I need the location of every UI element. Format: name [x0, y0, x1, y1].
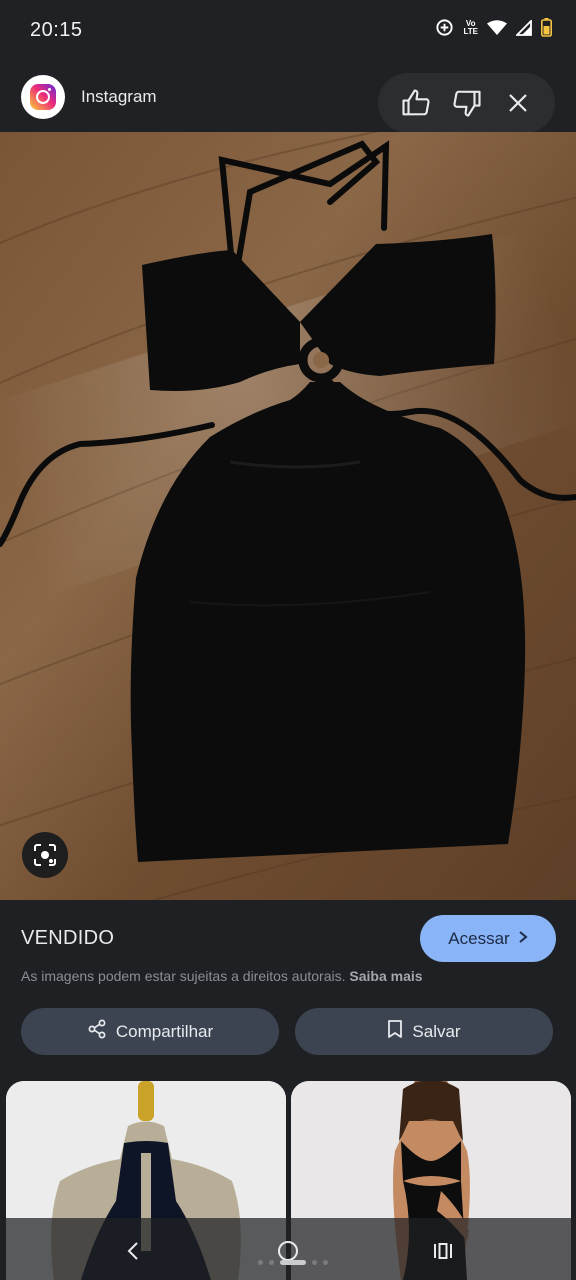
save-button[interactable]: Salvar	[295, 1008, 553, 1055]
learn-more-link[interactable]: Saiba mais	[349, 968, 422, 984]
battery-icon	[541, 18, 552, 37]
volte-icon: Vo LTE	[463, 18, 478, 36]
share-icon	[87, 1019, 107, 1044]
lens-search-icon[interactable]	[22, 832, 68, 878]
visit-label: Acessar	[448, 928, 510, 948]
wifi-icon	[487, 19, 507, 36]
copyright-text: As imagens podem estar sujeitas a direit…	[21, 968, 346, 984]
navigation-bar	[0, 1218, 576, 1280]
thumbs-up-icon[interactable]	[396, 83, 436, 123]
chevron-right-icon	[518, 929, 528, 949]
data-saver-icon	[435, 18, 454, 37]
result-title: VENDIDO	[21, 927, 115, 949]
close-icon[interactable]	[498, 83, 538, 123]
copyright-notice: As imagens podem estar sujeitas a direit…	[21, 968, 423, 984]
dress-photo	[0, 132, 576, 900]
status-bar: 20:15 Vo LTE	[0, 0, 576, 62]
source-header: Instagram	[0, 62, 576, 133]
main-image[interactable]	[0, 132, 576, 900]
recents-icon[interactable]	[428, 1236, 458, 1266]
feedback-actions	[378, 73, 555, 133]
status-time: 20:15	[30, 19, 83, 41]
signal-icon	[516, 19, 532, 36]
share-button[interactable]: Compartilhar	[21, 1008, 279, 1055]
instagram-logo-icon[interactable]	[21, 75, 65, 119]
visit-button[interactable]: Acessar	[420, 915, 556, 962]
thumbs-down-icon[interactable]	[447, 83, 487, 123]
share-label: Compartilhar	[115, 1021, 214, 1041]
status-icons: Vo LTE	[435, 18, 552, 37]
back-icon[interactable]	[118, 1236, 148, 1266]
page-indicator	[258, 1260, 328, 1265]
source-name[interactable]: Instagram	[81, 87, 157, 107]
bookmark-icon	[387, 1019, 403, 1044]
save-label: Salvar	[412, 1021, 461, 1041]
